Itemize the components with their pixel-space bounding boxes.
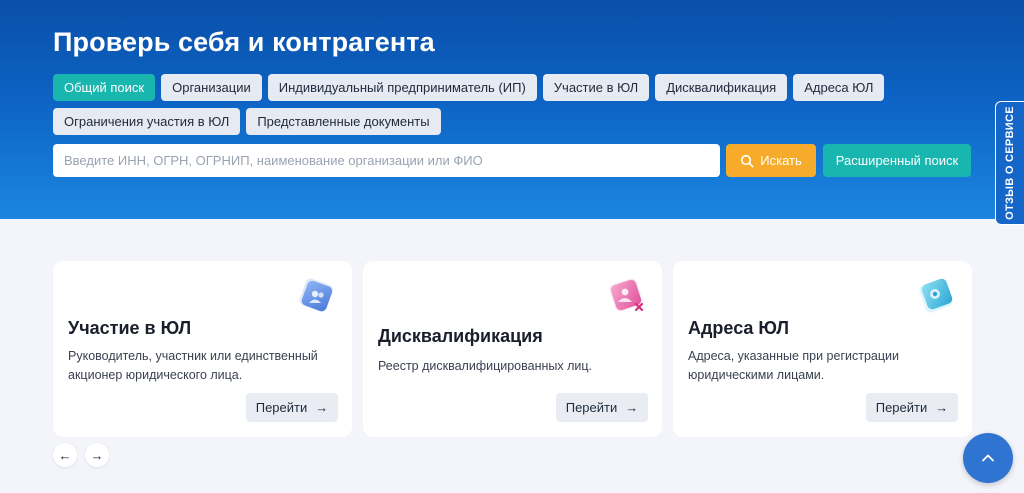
arrow-right-icon: → [625, 400, 639, 415]
scroll-to-top-button[interactable] [963, 433, 1013, 483]
chevron-up-icon [982, 454, 994, 462]
card-participation: Участие в ЮЛ Руководитель, участник или … [53, 261, 352, 437]
feedback-tab-label: ОТЗЫВ О СЕРВИСЕ [1004, 106, 1017, 220]
card-disqualification: Дисквалификация Реестр дисквалифицирован… [363, 261, 662, 437]
page-title: Проверь себя и контрагента [53, 27, 435, 57]
card-description: Реестр дисквалифицированных лиц. [378, 359, 593, 373]
participation-icon [299, 278, 333, 312]
arrow-right-icon: → [935, 400, 949, 415]
search-tabs-row-2: Ограничения участия в ЮЛ Представленные … [53, 108, 883, 135]
card-go-label: Перейти [875, 400, 928, 415]
tab-individual-entrepreneur[interactable]: Индивидуальный предприниматель (ИП) [267, 74, 537, 101]
search-tabs-row-1: Общий поиск Организации Индивидуальный п… [53, 74, 885, 101]
arrow-right-icon: → [90, 447, 104, 463]
card-go-label: Перейти [565, 400, 618, 415]
tab-participation[interactable]: Участие в ЮЛ [542, 74, 650, 101]
search-button-label: Искать [760, 153, 802, 168]
tab-disqualification[interactable]: Дисквалификация [655, 74, 788, 101]
advanced-search-button[interactable]: Расширенный поиск [823, 144, 971, 177]
card-go-label: Перейти [255, 400, 308, 415]
arrow-left-icon: ← [58, 447, 72, 463]
tab-general-search[interactable]: Общий поиск [53, 74, 156, 101]
search-button[interactable]: Искать [726, 144, 816, 177]
tab-addresses[interactable]: Адреса ЮЛ [793, 74, 885, 101]
arrow-right-icon: → [315, 400, 329, 415]
card-description: Адреса, указанные при регистрации юридич… [688, 349, 900, 382]
card-title: Дисквалификация [378, 326, 543, 346]
card-addresses: Адреса ЮЛ Адреса, указанные при регистра… [673, 261, 972, 437]
address-icon [919, 278, 953, 313]
carousel-next-button[interactable]: → [85, 443, 109, 467]
search-input[interactable] [53, 144, 720, 177]
tab-participation-restrictions[interactable]: Ограничения участия в ЮЛ [53, 108, 241, 135]
card-title: Адреса ЮЛ [688, 318, 789, 338]
card-title: Участие в ЮЛ [68, 318, 192, 338]
search-icon [741, 154, 754, 167]
disqualification-icon [609, 278, 644, 312]
card-go-button[interactable]: Перейти → [556, 393, 648, 422]
tab-organizations[interactable]: Организации [161, 74, 262, 101]
feedback-tab[interactable]: ОТЗЫВ О СЕРВИСЕ [995, 101, 1024, 225]
tab-submitted-documents[interactable]: Представленные документы [246, 108, 441, 135]
carousel-prev-button[interactable]: ← [53, 443, 77, 467]
card-go-button[interactable]: Перейти → [246, 393, 338, 422]
hero-banner: Проверь себя и контрагента Общий поиск О… [0, 0, 1024, 219]
card-description: Руководитель, участник или единственный … [68, 349, 318, 382]
card-go-button[interactable]: Перейти → [866, 393, 958, 422]
search-tabs: Общий поиск Организации Индивидуальный п… [53, 74, 885, 142]
